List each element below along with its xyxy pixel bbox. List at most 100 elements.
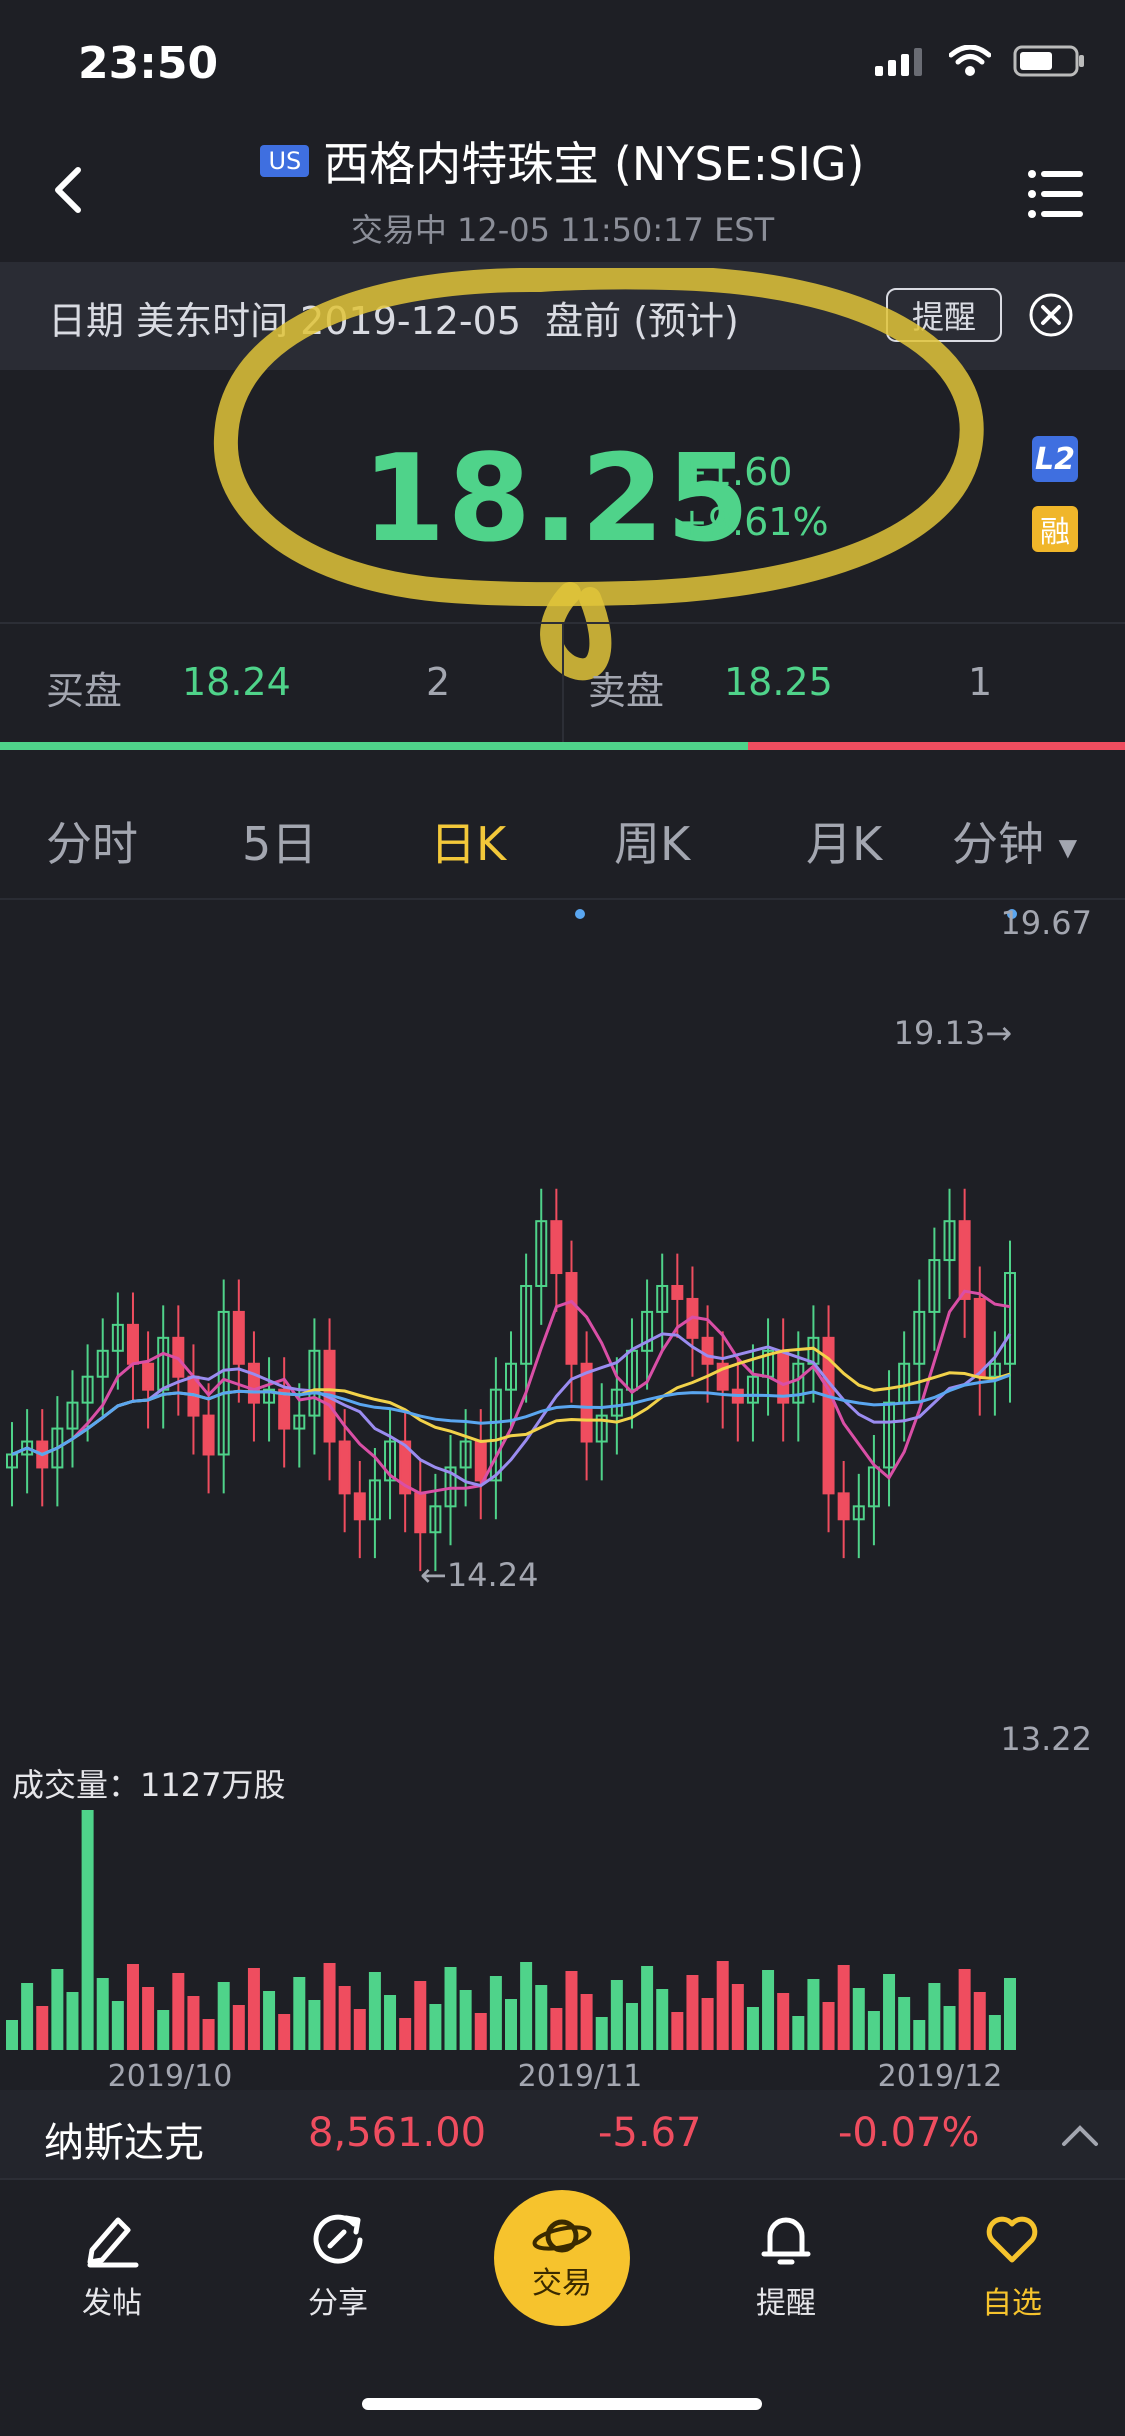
volume-bar bbox=[958, 1969, 971, 2050]
tabbar-trade-label: 交易 bbox=[532, 2266, 592, 2301]
index-change-percent: -0.07% bbox=[838, 2110, 980, 2156]
y-min-label: 13.22 bbox=[1000, 1720, 1092, 1758]
tabbar-share[interactable]: 分享 bbox=[268, 2210, 408, 2322]
volume-bar bbox=[746, 2007, 759, 2050]
volume-bar bbox=[641, 1966, 654, 2050]
tab-monthly-k[interactable]: 月K bbox=[806, 808, 882, 874]
high-price-label: 19.13→ bbox=[894, 1014, 1012, 1052]
x-label-nov: 2019/11 bbox=[518, 2059, 643, 2090]
tabbar-share-label: 分享 bbox=[308, 2286, 368, 2321]
index-name: 纳斯达克 bbox=[44, 2120, 204, 2166]
chevron-up-icon[interactable] bbox=[1060, 2122, 1100, 2148]
candles-group bbox=[6, 1188, 1016, 1572]
volume-bar bbox=[21, 1983, 34, 2050]
volume-bar bbox=[247, 1968, 260, 2050]
volume-bar bbox=[852, 1988, 865, 2050]
stock-title: 西格内特珠宝 (NYSE:SIG) bbox=[323, 137, 865, 191]
volume-bar bbox=[96, 1978, 109, 2050]
volume-bar bbox=[293, 1977, 306, 2050]
cellular-signal-icon bbox=[875, 48, 922, 76]
home-indicator bbox=[362, 2398, 762, 2410]
volume-bar bbox=[883, 1974, 896, 2050]
tab-daily-k[interactable]: 日K bbox=[430, 808, 506, 874]
tabbar-watchlist-label: 自选 bbox=[982, 2286, 1042, 2321]
volume-bar bbox=[81, 1810, 94, 2050]
volume-bar bbox=[232, 2005, 245, 2050]
volume-bar bbox=[6, 2020, 18, 2050]
bid-strength-bar bbox=[0, 742, 748, 750]
volume-bar bbox=[807, 1979, 820, 2050]
volume-bar bbox=[535, 1985, 548, 2050]
tabbar-post-label: 发帖 bbox=[82, 2286, 142, 2321]
price-change: +1.60 bbox=[676, 450, 793, 494]
volume-bar bbox=[444, 1967, 457, 2050]
candle-body bbox=[142, 1362, 155, 1391]
volume-bar bbox=[217, 1982, 230, 2050]
volume-bar bbox=[263, 1991, 276, 2050]
tab-intraday[interactable]: 分时 bbox=[46, 808, 138, 874]
candle-body bbox=[353, 1492, 366, 1521]
bid-size: 2 bbox=[426, 660, 451, 704]
tabbar-trade[interactable]: 交易 bbox=[494, 2190, 630, 2326]
ask-label: 卖盘 bbox=[588, 669, 665, 713]
volume-bar bbox=[762, 1970, 775, 2050]
x-label-oct: 2019/10 bbox=[108, 2059, 233, 2090]
volume-bar bbox=[671, 2012, 684, 2050]
tab-weekly-k[interactable]: 周K bbox=[614, 808, 690, 874]
order-book-center-divider bbox=[562, 622, 564, 742]
wifi-icon bbox=[949, 45, 991, 76]
volume-bar bbox=[565, 1971, 578, 2050]
candle-body bbox=[671, 1284, 684, 1300]
volume-bar bbox=[898, 1997, 911, 2050]
status-time: 23:50 bbox=[78, 38, 219, 89]
volume-bar bbox=[414, 1981, 427, 2050]
pen-icon bbox=[87, 2217, 139, 2268]
volume-bar bbox=[837, 1965, 850, 2050]
status-icons bbox=[875, 44, 1085, 78]
share-icon bbox=[313, 2214, 363, 2264]
tab-minute[interactable]: 分钟 ▼ bbox=[952, 808, 1077, 874]
candle-body bbox=[414, 1492, 427, 1534]
volume-bar bbox=[157, 2010, 170, 2050]
volume-bar bbox=[928, 1983, 941, 2050]
candle-body bbox=[474, 1440, 487, 1482]
candlestick-chart[interactable]: 19.67 13.22 19.13→ ←14.24 成交量：1127万股 201… bbox=[0, 900, 1125, 2090]
candle-body bbox=[247, 1362, 260, 1404]
candle-body bbox=[232, 1310, 245, 1365]
tabbar-watchlist[interactable]: 自选 bbox=[942, 2210, 1082, 2322]
notice-alert-button[interactable]: 提醒 bbox=[886, 288, 1002, 342]
volume-bar bbox=[686, 1975, 699, 2050]
tabbar-post[interactable]: 发帖 bbox=[42, 2210, 182, 2322]
volume-bar bbox=[792, 2016, 805, 2050]
candle-body bbox=[126, 1323, 139, 1365]
volume-bar bbox=[474, 2013, 487, 2050]
volume-bar bbox=[595, 2017, 608, 2050]
level2-badge[interactable]: L2 bbox=[1032, 436, 1078, 482]
notice-text: 日期 美东时间 2019-12-05 盘前 (预计) bbox=[48, 299, 739, 343]
volume-bar bbox=[126, 1964, 139, 2050]
volume-bar bbox=[656, 1989, 669, 2050]
volume-bar bbox=[580, 1994, 593, 2050]
market-badge: US bbox=[260, 145, 310, 177]
margin-badge[interactable]: 融 bbox=[1032, 506, 1078, 552]
volume-bar bbox=[913, 2020, 926, 2050]
tab-5day[interactable]: 5日 bbox=[242, 808, 317, 874]
ask-size: 1 bbox=[968, 660, 993, 704]
volume-bar bbox=[172, 1973, 185, 2050]
volume-label: 成交量：1127万股 bbox=[12, 1766, 285, 1804]
volume-bar bbox=[187, 1996, 200, 2050]
candle-body bbox=[958, 1220, 971, 1300]
volume-bar bbox=[368, 1972, 381, 2050]
volume-bar bbox=[822, 2002, 835, 2050]
tabbar-alert[interactable]: 提醒 bbox=[716, 2210, 856, 2322]
menu-icon[interactable] bbox=[1027, 168, 1085, 220]
stock-title-row: US 西格内特珠宝 (NYSE:SIG) bbox=[0, 128, 1125, 194]
close-icon[interactable] bbox=[1028, 292, 1074, 338]
candle-body bbox=[202, 1414, 215, 1456]
candle-body bbox=[565, 1272, 578, 1365]
volume-bar bbox=[867, 2011, 880, 2050]
volume-bar bbox=[51, 1969, 64, 2050]
volume-bar bbox=[777, 1993, 790, 2050]
ask-strength-bar bbox=[748, 742, 1125, 750]
volume-bar bbox=[323, 1963, 336, 2050]
